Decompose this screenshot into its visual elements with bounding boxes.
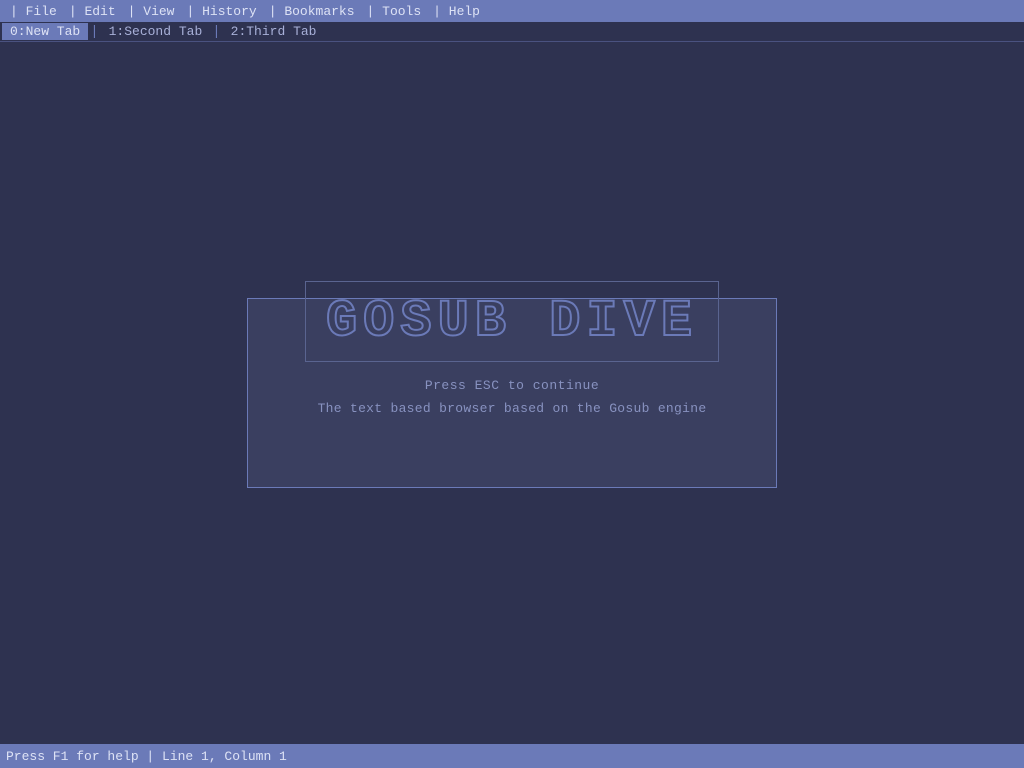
tab-third[interactable]: 2:Third Tab: [223, 23, 325, 40]
tab-separator-2: |: [210, 24, 222, 40]
tab-second[interactable]: 1:Second Tab: [101, 23, 211, 40]
status-text: Press F1 for help | Line 1, Column 1: [6, 749, 287, 764]
menu-help[interactable]: Help: [427, 4, 486, 19]
tab-bar: 0:New Tab | 1:Second Tab | 2:Third Tab: [0, 22, 1024, 42]
splash-box: G O S U B: [247, 298, 777, 488]
logo-text-container: GOSUB DIVE: [268, 281, 756, 362]
splash-tagline: The text based browser based on the Gosu…: [318, 401, 707, 416]
logo-title: GOSUB DIVE: [305, 281, 719, 362]
main-content: G O S U B: [0, 42, 1024, 744]
menu-items: File Edit View History Bookmarks Tools H…: [4, 4, 486, 19]
menu-edit[interactable]: Edit: [63, 4, 122, 19]
splash-subtitle: Press ESC to continue: [425, 378, 599, 393]
menu-bookmarks[interactable]: Bookmarks: [263, 4, 361, 19]
menu-file[interactable]: File: [4, 4, 63, 19]
tab-new[interactable]: 0:New Tab: [2, 23, 88, 40]
status-bar: Press F1 for help | Line 1, Column 1: [0, 744, 1024, 768]
menu-tools[interactable]: Tools: [361, 4, 428, 19]
tab-separator-1: |: [88, 24, 100, 40]
menu-history[interactable]: History: [180, 4, 262, 19]
menu-bar: File Edit View History Bookmarks Tools H…: [0, 0, 1024, 22]
menu-view[interactable]: View: [122, 4, 181, 19]
